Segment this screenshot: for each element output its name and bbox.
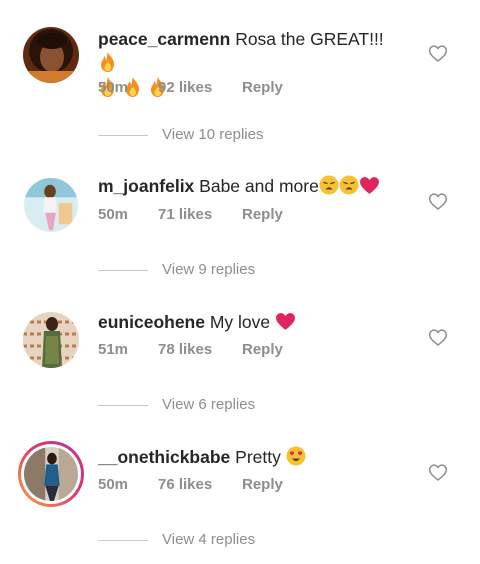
red-heart-emoji <box>359 176 380 195</box>
avatar-image <box>23 27 79 83</box>
comment-body: Rosa the GREAT!!! <box>235 29 384 49</box>
comment-body: Babe and more <box>199 176 319 196</box>
like-heart-icon[interactable] <box>428 44 448 64</box>
comment-meta: 50m 71 likes Reply <box>98 206 283 223</box>
like-count[interactable]: 71 likes <box>158 206 242 223</box>
reply-button[interactable]: Reply <box>242 79 283 96</box>
comment-username[interactable]: __onethickbabe <box>98 447 230 467</box>
comment-meta: 51m 78 likes Reply <box>98 341 283 358</box>
view-replies[interactable]: View 9 replies <box>98 261 255 278</box>
comment-text: __onethickbabe Pretty <box>98 446 408 469</box>
like-heart-icon[interactable] <box>428 328 448 348</box>
comment-meta: 50m 76 likes Reply <box>98 476 283 493</box>
comment-text: euniceohene My love <box>98 311 408 334</box>
red-heart-emoji <box>275 312 296 331</box>
avatar-image <box>24 447 78 501</box>
replies-divider <box>98 404 148 406</box>
view-replies-label[interactable]: View 10 replies <box>162 126 263 143</box>
comment-meta: 50m 92 likes Reply <box>98 79 283 96</box>
like-heart-icon[interactable] <box>428 192 448 212</box>
heart-eyes-emoji <box>286 446 306 466</box>
avatar-image <box>24 178 78 232</box>
avatar[interactable] <box>23 27 79 83</box>
replies-divider <box>98 539 148 541</box>
comment-username[interactable]: euniceohene <box>98 312 205 332</box>
view-replies[interactable]: View 10 replies <box>98 126 263 143</box>
avatar <box>24 447 78 501</box>
comment-timestamp: 50m <box>98 206 129 223</box>
weary-face-emoji <box>319 175 339 195</box>
view-replies-label[interactable]: View 9 replies <box>162 261 255 278</box>
view-replies-label[interactable]: View 4 replies <box>162 531 255 548</box>
comment-timestamp: 51m <box>98 341 129 358</box>
comment-username[interactable]: m_joanfelix <box>98 176 194 196</box>
reply-button[interactable]: Reply <box>242 341 283 358</box>
like-count[interactable]: 92 likes <box>158 79 242 96</box>
like-count[interactable]: 78 likes <box>158 341 242 358</box>
comment-body: Pretty <box>235 447 281 467</box>
avatar-image <box>23 312 79 368</box>
reply-button[interactable]: Reply <box>242 206 283 223</box>
reply-button[interactable]: Reply <box>242 476 283 493</box>
comment-body: My love <box>209 312 271 332</box>
weary-face-emoji <box>339 175 359 195</box>
like-heart-icon[interactable] <box>428 463 448 483</box>
comment-timestamp: 50m <box>98 476 129 493</box>
comment-timestamp: 50m <box>98 79 129 96</box>
avatar[interactable] <box>23 312 79 368</box>
avatar-story-ring[interactable] <box>18 441 84 507</box>
replies-divider <box>98 269 148 271</box>
replies-divider <box>98 134 148 136</box>
view-replies-label[interactable]: View 6 replies <box>162 396 255 413</box>
fire-emoji <box>98 51 118 73</box>
view-replies[interactable]: View 4 replies <box>98 531 255 548</box>
like-count[interactable]: 76 likes <box>158 476 242 493</box>
view-replies[interactable]: View 6 replies <box>98 396 255 413</box>
comment-text: m_joanfelix Babe and more <box>98 175 408 198</box>
avatar[interactable] <box>24 178 78 232</box>
comment-username[interactable]: peace_carmenn <box>98 29 230 49</box>
